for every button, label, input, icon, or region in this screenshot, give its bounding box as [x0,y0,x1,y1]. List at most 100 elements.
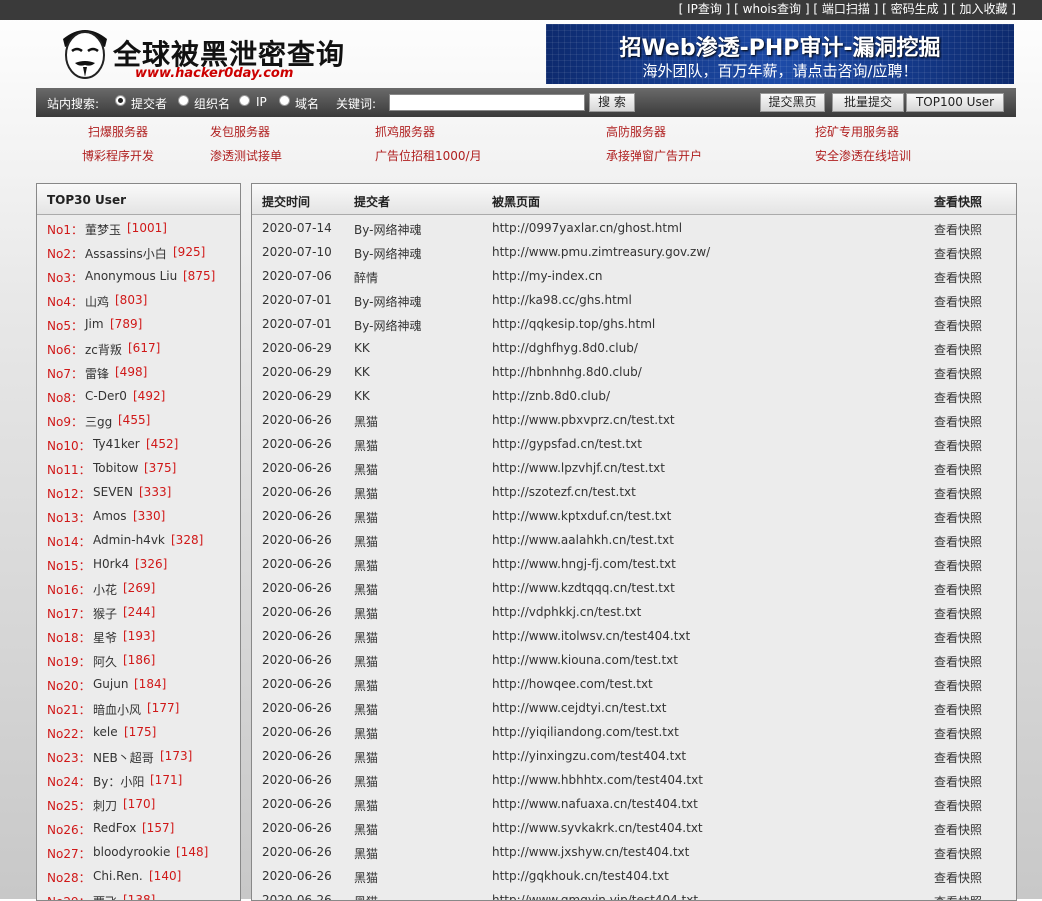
submitter[interactable]: By-网络神魂 [354,245,421,262]
top-user-row[interactable]: No1： 董梦玉 [1001] [37,216,240,240]
submitter[interactable]: 黑猫 [354,581,378,598]
user-name[interactable]: kele [93,725,118,739]
top-user-row[interactable]: No26： RedFox [157] [37,816,240,840]
snapshot-link[interactable]: 查看快照 [934,365,982,382]
snapshot-link[interactable]: 查看快照 [934,893,982,900]
radio-submitter[interactable] [115,95,126,106]
defaced-url[interactable]: http://gypsfad.cn/test.txt [492,437,642,451]
submitter[interactable]: 黑猫 [354,797,378,814]
snapshot-link[interactable]: 查看快照 [934,749,982,766]
service-link-popup-ads[interactable]: 承接弹窗广告开户 [606,147,702,164]
user-name[interactable]: Tobitow [93,461,138,475]
top100-user-button[interactable]: TOP100 User [906,93,1004,112]
user-name[interactable]: Amos [93,509,127,523]
batch-submit-button[interactable]: 批量提交 [832,93,904,112]
user-name[interactable]: Assassins小白 [85,245,167,262]
top-user-row[interactable]: No28： Chi.Ren. [140] [37,864,240,888]
submitter[interactable]: 黑猫 [354,413,378,430]
radio-organization[interactable] [178,95,189,106]
submitter[interactable]: 黑猫 [354,845,378,862]
radio-domain[interactable] [279,95,290,106]
user-name[interactable]: SEVEN [93,485,133,499]
snapshot-link[interactable]: 查看快照 [934,629,982,646]
snapshot-link[interactable]: 查看快照 [934,773,982,790]
snapshot-link[interactable]: 查看快照 [934,845,982,862]
defaced-url[interactable]: http://0997yaxlar.cn/ghost.html [492,221,682,235]
submitter[interactable]: By-网络神魂 [354,221,421,238]
defaced-url[interactable]: http://znb.8d0.club/ [492,389,610,403]
snapshot-link[interactable]: 查看快照 [934,269,982,286]
top-user-row[interactable]: No16： 小花 [269] [37,576,240,600]
submitter[interactable]: 黑猫 [354,461,378,478]
top-user-row[interactable]: No6： zc背叛 [617] [37,336,240,360]
submitter[interactable]: 黑猫 [354,821,378,838]
whois-link[interactable]: [ whois查询 ] [734,2,809,16]
snapshot-link[interactable]: 查看快照 [934,869,982,886]
service-link-scan-server[interactable]: 扫爆服务器 [88,123,148,140]
defaced-url[interactable]: http://www.pmu.zimtreasury.gov.zw/ [492,245,710,259]
ad-banner[interactable]: 招Web渗透-PHP审计-漏洞挖掘 海外团队，百万年薪，请点击咨询/应聘！ [546,24,1014,84]
top-user-row[interactable]: No27： bloodyrookie [148] [37,840,240,864]
user-name[interactable]: H0rk4 [93,557,129,571]
user-name[interactable]: 山鸡 [85,293,109,310]
ip-lookup-link[interactable]: [ IP查询 ] [679,2,731,16]
top-user-row[interactable]: No2： Assassins小白 [925] [37,240,240,264]
defaced-url[interactable]: http://www.kzdtqqq.cn/test.txt [492,581,675,595]
top-user-row[interactable]: No3： Anonymous Liu [875] [37,264,240,288]
top-user-row[interactable]: No11： Tobitow [375] [37,456,240,480]
defaced-url[interactable]: http://ka98.cc/ghs.html [492,293,632,307]
submitter[interactable]: 黑猫 [354,509,378,526]
defaced-url[interactable]: http://www.kiouna.com/test.txt [492,653,678,667]
user-name[interactable]: 刺刀 [93,797,117,814]
user-name[interactable]: Admin-h4vk [93,533,165,547]
submitter[interactable]: 黑猫 [354,773,378,790]
snapshot-link[interactable]: 查看快照 [934,797,982,814]
defaced-url[interactable]: http://gqkhouk.cn/test404.txt [492,869,669,883]
snapshot-link[interactable]: 查看快照 [934,389,982,406]
service-link-packet-server[interactable]: 发包服务器 [210,123,270,140]
defaced-url[interactable]: http://my-index.cn [492,269,603,283]
user-name[interactable]: Ty41ker [93,437,140,451]
user-name[interactable]: By：小阳 [93,773,144,790]
defaced-url[interactable]: http://www.syvkakrk.cn/test404.txt [492,821,703,835]
top-user-row[interactable]: No4： 山鸡 [803] [37,288,240,312]
add-favorite-link[interactable]: [ 加入收藏 ] [951,2,1016,16]
submitter[interactable]: KK [354,341,370,355]
top-user-row[interactable]: No25： 刺刀 [170] [37,792,240,816]
snapshot-link[interactable]: 查看快照 [934,653,982,670]
top-user-row[interactable]: No15： H0rk4 [326] [37,552,240,576]
top-user-row[interactable]: No7： 雷锋 [498] [37,360,240,384]
service-link-gambling-dev[interactable]: 博彩程序开发 [82,147,154,164]
defaced-url[interactable]: http://qqkesip.top/ghs.html [492,317,655,331]
user-name[interactable]: 猴子 [93,605,117,622]
snapshot-link[interactable]: 查看快照 [934,509,982,526]
snapshot-link[interactable]: 查看快照 [934,293,982,310]
user-name[interactable]: 阿久 [93,653,117,670]
defaced-url[interactable]: http://szotezf.cn/test.txt [492,485,636,499]
user-name[interactable]: zc背叛 [85,341,122,358]
top-user-row[interactable]: No12： SEVEN [333] [37,480,240,504]
snapshot-link[interactable]: 查看快照 [934,485,982,502]
password-generator-link[interactable]: [ 密码生成 ] [882,2,947,16]
submitter[interactable]: 黑猫 [354,869,378,886]
defaced-url[interactable]: http://vdphkkj.cn/test.txt [492,605,641,619]
snapshot-link[interactable]: 查看快照 [934,317,982,334]
defaced-url[interactable]: http://dghfhyg.8d0.club/ [492,341,638,355]
snapshot-link[interactable]: 查看快照 [934,701,982,718]
submitter[interactable]: 黑猫 [354,629,378,646]
snapshot-link[interactable]: 查看快照 [934,221,982,238]
defaced-url[interactable]: http://www.jxshyw.cn/test404.txt [492,845,689,859]
site-logo[interactable]: 全球被黑泄密查询 www.hacker0day.com [55,23,365,83]
user-name[interactable]: 雷锋 [85,365,109,382]
service-link-botnet-server[interactable]: 抓鸡服务器 [375,123,435,140]
user-name[interactable]: bloodyrookie [93,845,170,859]
top-user-row[interactable]: No21： 暗血小风 [177] [37,696,240,720]
snapshot-link[interactable]: 查看快照 [934,413,982,430]
top-user-row[interactable]: No22： kele [175] [37,720,240,744]
defaced-url[interactable]: http://howqee.com/test.txt [492,677,653,691]
submitter[interactable]: KK [354,365,370,379]
user-name[interactable]: Chi.Ren. [93,869,143,883]
user-name[interactable]: Gujun [93,677,128,691]
snapshot-link[interactable]: 查看快照 [934,437,982,454]
submitter[interactable]: 黑猫 [354,437,378,454]
